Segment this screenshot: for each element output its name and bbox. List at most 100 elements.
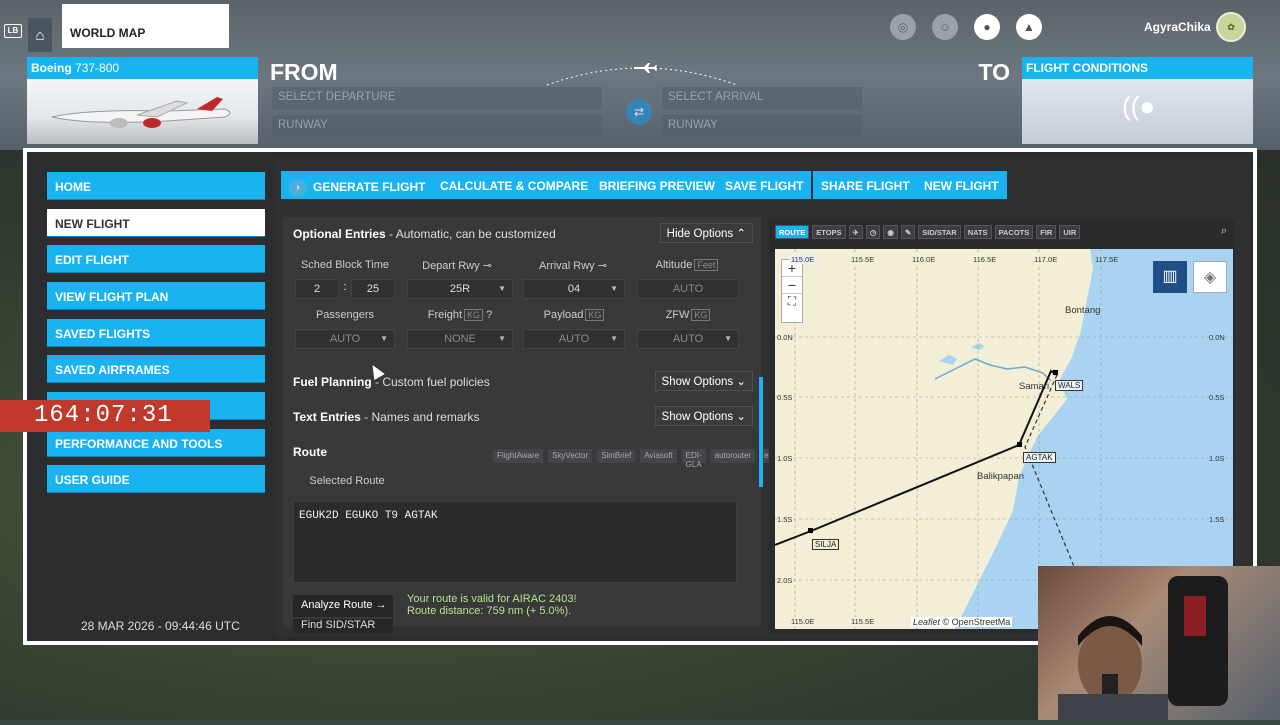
lat-label: 1.5S: [777, 515, 793, 524]
leaflet-link[interactable]: Leaflet: [913, 617, 940, 627]
notification-icon[interactable]: ▲: [1016, 14, 1042, 40]
map-pencil-icon[interactable]: ✎: [900, 225, 916, 239]
arrival-rwy-select[interactable]: 04 ▼: [523, 279, 625, 299]
skyvector-logo[interactable]: SkyVector: [548, 449, 593, 463]
altitude-unit: Feet: [694, 259, 719, 271]
options-pane: Optional Entries - Automatic, can be cus…: [283, 217, 773, 633]
arrival-rwy-value: 04: [567, 283, 581, 295]
selected-route-label: Selected Route: [309, 475, 385, 487]
depart-rwy-select[interactable]: 25R ▼: [407, 279, 513, 299]
departure-runway-field[interactable]: RUNWAY: [272, 115, 602, 137]
chevron-right-icon: ›: [289, 179, 307, 197]
help-icon[interactable]: ?: [486, 309, 492, 321]
sidebar-item-edit-flight[interactable]: EDIT FLIGHT: [47, 245, 265, 273]
generate-flight-button[interactable]: › GENERATE FLIGHT: [281, 171, 434, 199]
altitude-input[interactable]: AUTO: [637, 279, 739, 299]
fuel-show-options-button[interactable]: Show Options ⌄: [654, 371, 753, 391]
payload-select[interactable]: AUTO ▼: [523, 329, 625, 349]
zfw-select[interactable]: AUTO ▼: [637, 329, 739, 349]
map-route-toggle[interactable]: ROUTE: [775, 225, 810, 239]
hide-options-button[interactable]: Hide Options ⌃: [659, 223, 753, 243]
user-name[interactable]: AgyraChika: [1144, 20, 1211, 34]
map-sidstar-toggle[interactable]: SID/STAR: [918, 225, 961, 239]
fuel-planning-subtitle: - Custom fuel policies: [371, 375, 490, 389]
map-layers-book-icon[interactable]: ▥: [1153, 261, 1187, 293]
route-textarea[interactable]: EGUK2D EGUKO T9 AGTAK: [293, 501, 737, 583]
select-arrival-field[interactable]: SELECT ARRIVAL: [662, 87, 862, 109]
simbrief-logo[interactable]: SimBrief: [597, 449, 636, 463]
map-fir-toggle[interactable]: FIR: [1036, 225, 1057, 239]
map-layers-icon[interactable]: ◈: [1193, 261, 1227, 293]
zfw-text: ZFW: [665, 309, 690, 321]
passengers-label: Passengers: [315, 309, 375, 321]
map-search-icon[interactable]: ⌕: [1221, 225, 1227, 238]
sidebar-item-saved-flights[interactable]: SAVED FLIGHTS: [47, 319, 265, 347]
waypoint-silja[interactable]: SILJA: [812, 539, 840, 550]
world-map-tab[interactable]: WORLD MAP: [62, 4, 229, 48]
lb-badge[interactable]: LB: [4, 24, 22, 38]
share-flight-button[interactable]: SHARE FLIGHT: [813, 171, 918, 199]
sidebar-item-performance-tools[interactable]: PERFORMANCE AND TOOLS: [47, 429, 265, 457]
new-flight-button[interactable]: NEW FLIGHT: [916, 171, 1007, 199]
find-sid-star-button[interactable]: Find SID/STAR: [293, 619, 393, 633]
sidebar-item-user-guide[interactable]: USER GUIDE: [47, 465, 265, 493]
map-etops-toggle[interactable]: ETOPS: [812, 225, 846, 239]
friends-icon[interactable]: ☺: [932, 14, 958, 40]
map-uir-toggle[interactable]: UIR: [1059, 225, 1081, 239]
aviasoft-logo[interactable]: Aviasoft: [640, 449, 677, 463]
analyze-route-button[interactable]: Analyze Route →: [293, 595, 393, 617]
map-globe-icon[interactable]: ◉: [883, 225, 898, 239]
scrollbar[interactable]: [759, 377, 763, 487]
osm-attribution[interactable]: © OpenStreetMa: [943, 617, 1011, 627]
aircraft-model: 737-800: [75, 61, 120, 75]
sched-hours-input[interactable]: 2: [295, 279, 339, 299]
activity-icon[interactable]: ◎: [890, 14, 916, 40]
autorouter-logo[interactable]: autorouter: [710, 449, 756, 463]
select-departure-field[interactable]: SELECT DEPARTURE: [272, 87, 602, 109]
payload-label: Payload KG: [523, 309, 625, 321]
profile-icon[interactable]: ●: [974, 14, 1000, 40]
freight-unit: KG: [464, 309, 484, 321]
lon-label: 116.0E: [910, 255, 938, 264]
waypoint-wals[interactable]: WALS: [1055, 380, 1084, 391]
arrival-rwy-label: Arrival Rwy ⊸: [523, 259, 623, 272]
zfw-value: AUTO: [672, 333, 704, 345]
aircraft-card[interactable]: Boeing 737-800: [27, 57, 258, 144]
top-bar: LB ⌂ WORLD MAP ◎ ☺ ● ▲ AgyraChika ✿: [0, 0, 1280, 54]
calculate-compare-button[interactable]: CALCULATE & COMPARE: [432, 171, 597, 199]
chevron-down-icon: ▼: [724, 334, 732, 343]
map-toolbar: ROUTE ETOPS ✈ ◷ ◉ ✎ SID/STAR NATS PACOTS…: [775, 225, 1081, 239]
map-nats-toggle[interactable]: NATS: [963, 225, 992, 239]
flight-conditions-card[interactable]: FLIGHT CONDITIONS ((●: [1022, 57, 1253, 144]
swap-icon[interactable]: ⇄: [626, 99, 652, 125]
waypoint-agtak[interactable]: AGTAK: [1023, 452, 1056, 463]
arrival-runway-field[interactable]: RUNWAY: [662, 115, 862, 137]
flightaware-logo[interactable]: FlightAware: [493, 449, 544, 463]
sidebar-item-saved-airframes[interactable]: SAVED AIRFRAMES: [47, 355, 265, 383]
sched-minutes-input[interactable]: 25: [351, 279, 395, 299]
sidebar: HOME NEW FLIGHT EDIT FLIGHT VIEW FLIGHT …: [31, 157, 271, 637]
chevron-up-icon: ⌃: [736, 228, 746, 240]
aircraft-title: Boeing 737-800: [27, 57, 258, 79]
map-clock-icon[interactable]: ◷: [865, 225, 881, 239]
passengers-select[interactable]: AUTO ▼: [295, 329, 395, 349]
place-samarinda: Samari: [1019, 381, 1050, 392]
map-plane-icon[interactable]: ✈: [848, 225, 863, 239]
chevron-down-icon: ▼: [498, 284, 506, 293]
avatar[interactable]: ✿: [1216, 12, 1246, 42]
save-flight-button[interactable]: SAVE FLIGHT: [717, 171, 812, 199]
briefing-preview-button[interactable]: BRIEFING PREVIEW: [591, 171, 724, 199]
sched-separator: :: [343, 281, 347, 293]
zoom-out-button[interactable]: −: [782, 276, 802, 293]
sidebar-item-new-flight[interactable]: NEW FLIGHT: [47, 209, 265, 237]
lon-label: 115.5E: [849, 255, 877, 264]
home-icon[interactable]: ⌂: [28, 18, 52, 52]
fullscreen-icon[interactable]: ⛶: [782, 293, 802, 309]
edi-gla-logo[interactable]: EDI-GLA: [681, 449, 706, 469]
map-pacots-toggle[interactable]: PACOTS: [994, 225, 1034, 239]
sidebar-item-home[interactable]: HOME: [47, 172, 265, 200]
sidebar-item-view-flight-plan[interactable]: VIEW FLIGHT PLAN: [47, 282, 265, 310]
text-show-options-button[interactable]: Show Options ⌄: [654, 406, 753, 426]
flight-arc-icon: [546, 63, 738, 86]
freight-select[interactable]: NONE ▼: [407, 329, 513, 349]
